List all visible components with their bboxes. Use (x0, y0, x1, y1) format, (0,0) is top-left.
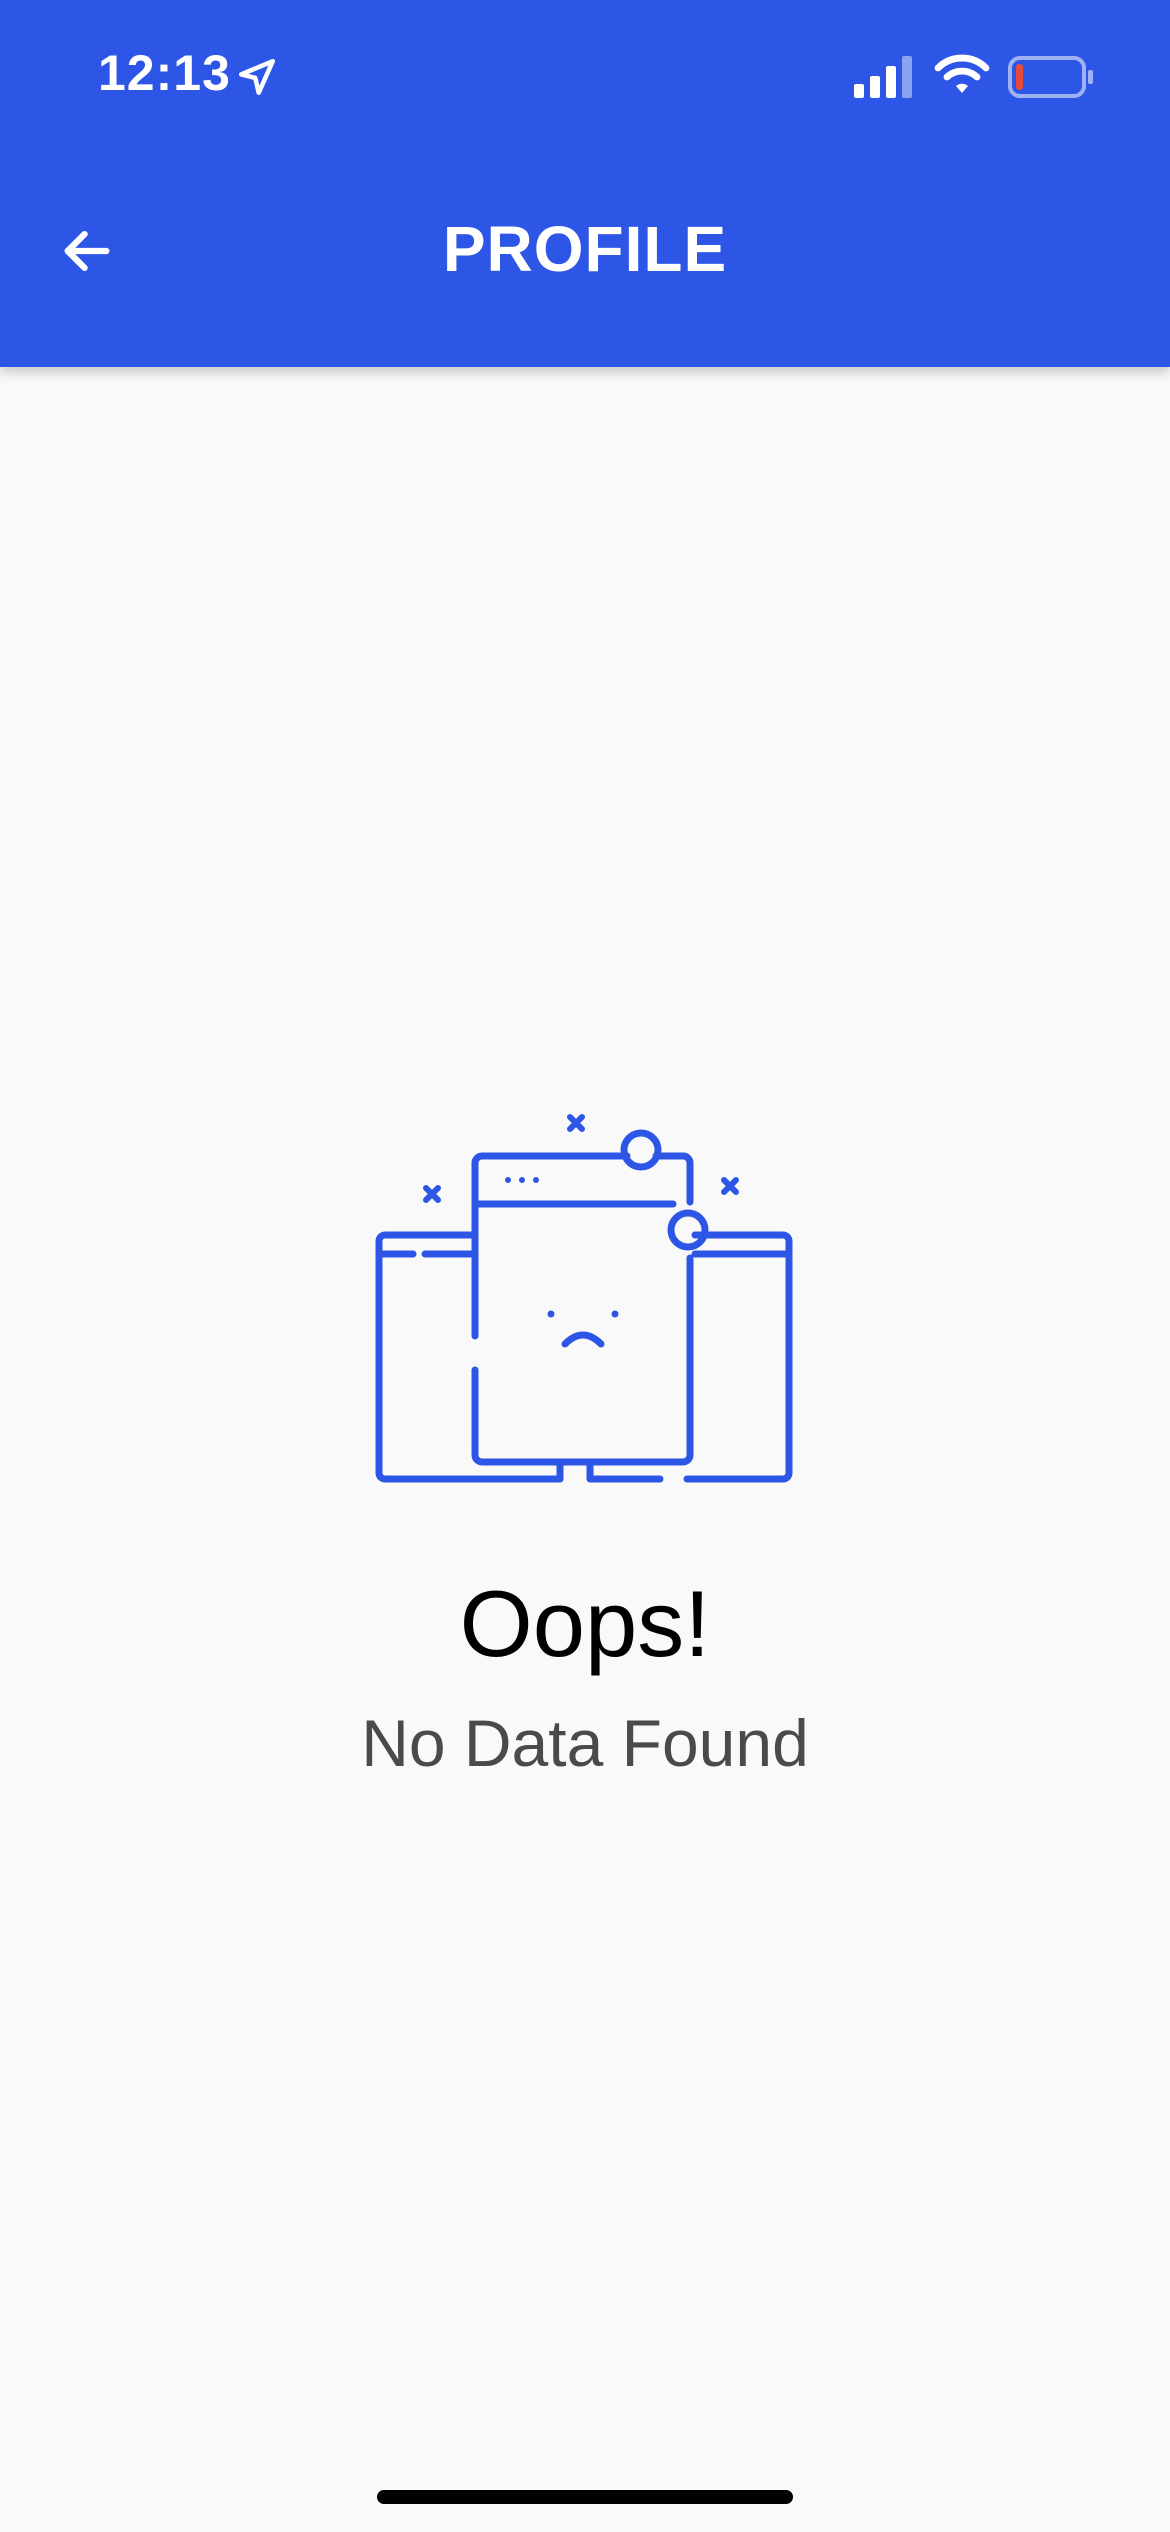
status-time: 12:13 (98, 45, 231, 101)
empty-state-message: No Data Found (361, 1706, 809, 1780)
sad-window-icon (375, 1114, 793, 1483)
empty-state-title: Oops! (459, 1571, 711, 1676)
cellular-signal-icon (854, 56, 912, 98)
page-title: PROFILE (442, 213, 728, 285)
wifi-icon (934, 54, 990, 93)
home-indicator (377, 2490, 793, 2504)
app-header: 12:13 PROFILE (0, 0, 1170, 367)
battery-icon (1008, 56, 1093, 98)
location-arrow-icon (238, 58, 276, 96)
